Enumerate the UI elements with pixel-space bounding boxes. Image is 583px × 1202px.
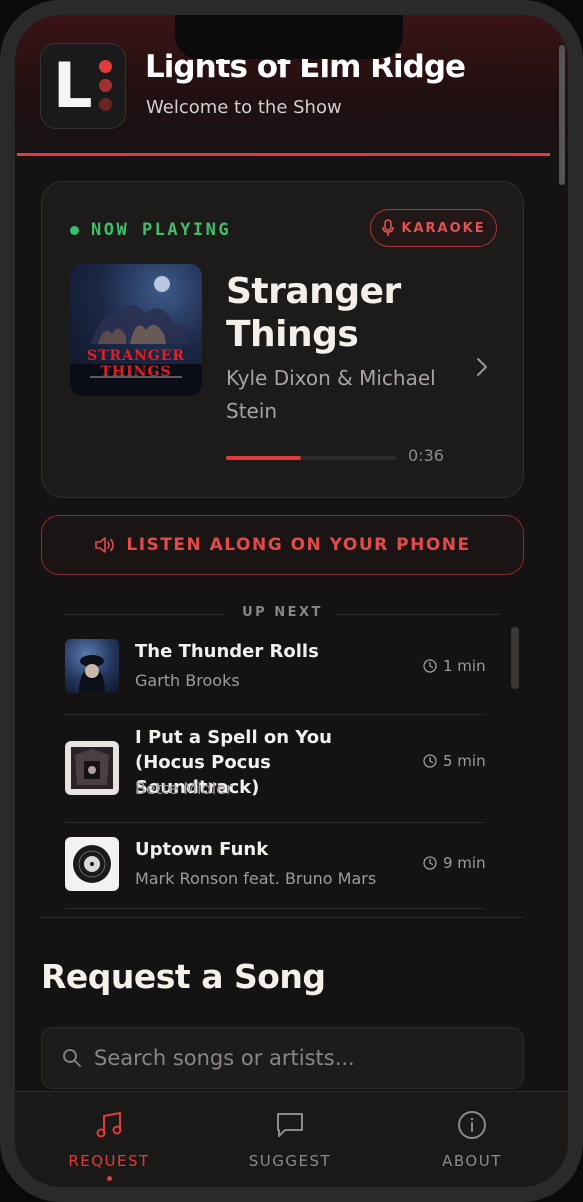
logo-dot-top (99, 60, 112, 73)
album-art-text: STRANGER THINGS (86, 348, 186, 380)
queue-item-artist: Garth Brooks (135, 671, 240, 690)
show-logo: L (40, 43, 126, 129)
queue-item-artist: Mark Ronson feat. Bruno Mars (135, 869, 377, 888)
album-art: STRANGER THINGS (70, 264, 202, 396)
nav-request-label: REQUEST (68, 1152, 150, 1170)
queue-item-eta-label: 9 min (443, 854, 486, 872)
logo-dot-bottom (99, 98, 112, 111)
nav-suggest[interactable]: SUGGEST (220, 1092, 360, 1187)
queue-item[interactable]: I Put a Spell on You (Hocus Pocus Soundt… (65, 715, 486, 823)
nav-about-label: ABOUT (442, 1152, 502, 1170)
up-next-label: UP NEXT (242, 605, 323, 620)
karaoke-label: KARAOKE (401, 220, 486, 236)
section-divider (41, 917, 524, 918)
up-next-header: UP NEXT (65, 605, 500, 625)
queue-item-eta-label: 5 min (443, 752, 486, 770)
thunder-rolls-artwork (79, 655, 105, 693)
queue-item-eta-label: 1 min (443, 657, 486, 675)
queue-item-title: Uptown Funk (135, 839, 269, 860)
live-dot-icon (70, 225, 79, 235)
phone-frame: L Lights of Elm Ridge Welcome to the Sho… (0, 0, 583, 1202)
up-next-rule-right (337, 614, 500, 615)
listen-along-label: LISTEN ALONG ON YOUR PHONE (126, 535, 471, 555)
search-icon (63, 1049, 81, 1067)
playback-elapsed-time: 0:36 (408, 446, 444, 465)
bottom-navigation: REQUEST SUGGEST ABOUT (15, 1091, 568, 1187)
now-playing-card[interactable]: NOW PLAYING KARAOKE STRANGER THINGS Stra… (41, 181, 524, 498)
now-playing-label: NOW PLAYING (91, 220, 232, 240)
device-notch (175, 15, 403, 59)
queue-item-title: The Thunder Rolls (135, 641, 319, 662)
nav-suggest-label: SUGGEST (248, 1152, 332, 1170)
logo-letter: L (53, 49, 93, 122)
queue-item-eta: 5 min (423, 752, 486, 770)
music-note-icon (96, 1112, 122, 1138)
queue-item-eta: 1 min (423, 657, 486, 675)
queue-item-artist: Bette Midler (135, 779, 233, 798)
now-playing-artist: Kyle Dixon & Michael Stein (226, 366, 436, 423)
queue-item-artwork (65, 639, 119, 693)
clock-icon (423, 856, 437, 870)
chat-icon (277, 1113, 303, 1137)
nav-about[interactable]: ABOUT (402, 1092, 542, 1187)
chevron-right-icon[interactable] (474, 356, 490, 378)
search-input[interactable] (94, 1042, 504, 1074)
info-icon (458, 1111, 486, 1139)
page-scrollbar[interactable] (559, 45, 565, 185)
queue-item-eta: 9 min (423, 854, 486, 872)
clock-icon (423, 659, 437, 673)
listen-along-button[interactable]: LISTEN ALONG ON YOUR PHONE (41, 515, 524, 575)
playback-progress-fill (226, 456, 301, 460)
request-section-title: Request a Song (41, 957, 326, 996)
clock-icon (423, 754, 437, 768)
app-screen: L Lights of Elm Ridge Welcome to the Sho… (15, 15, 568, 1187)
queue-item-artwork (65, 741, 119, 795)
nav-request[interactable]: REQUEST (39, 1092, 179, 1187)
microphone-icon (382, 219, 395, 236)
app-subtitle: Welcome to the Show (146, 97, 342, 118)
queue-item-artwork (65, 837, 119, 891)
queue-scrollbar[interactable] (511, 627, 519, 689)
now-playing-status: NOW PLAYING (70, 220, 231, 240)
search-box[interactable] (41, 1027, 524, 1089)
speaker-icon (95, 537, 115, 553)
uptown-funk-artwork (73, 845, 111, 883)
queue-item[interactable]: Uptown Funk Mark Ronson feat. Bruno Mars… (65, 823, 486, 909)
nav-active-indicator (107, 1176, 112, 1181)
karaoke-button[interactable]: KARAOKE (370, 209, 497, 247)
hocus-pocus-artwork (71, 747, 113, 789)
now-playing-title: Stranger Things (226, 271, 401, 355)
up-next-list: The Thunder Rolls Garth Brooks 1 min I P… (65, 635, 486, 909)
header-divider (17, 153, 550, 156)
queue-item[interactable]: The Thunder Rolls Garth Brooks 1 min (65, 635, 486, 715)
logo-dot-middle (99, 79, 112, 92)
playback-progress-bar (226, 456, 396, 460)
